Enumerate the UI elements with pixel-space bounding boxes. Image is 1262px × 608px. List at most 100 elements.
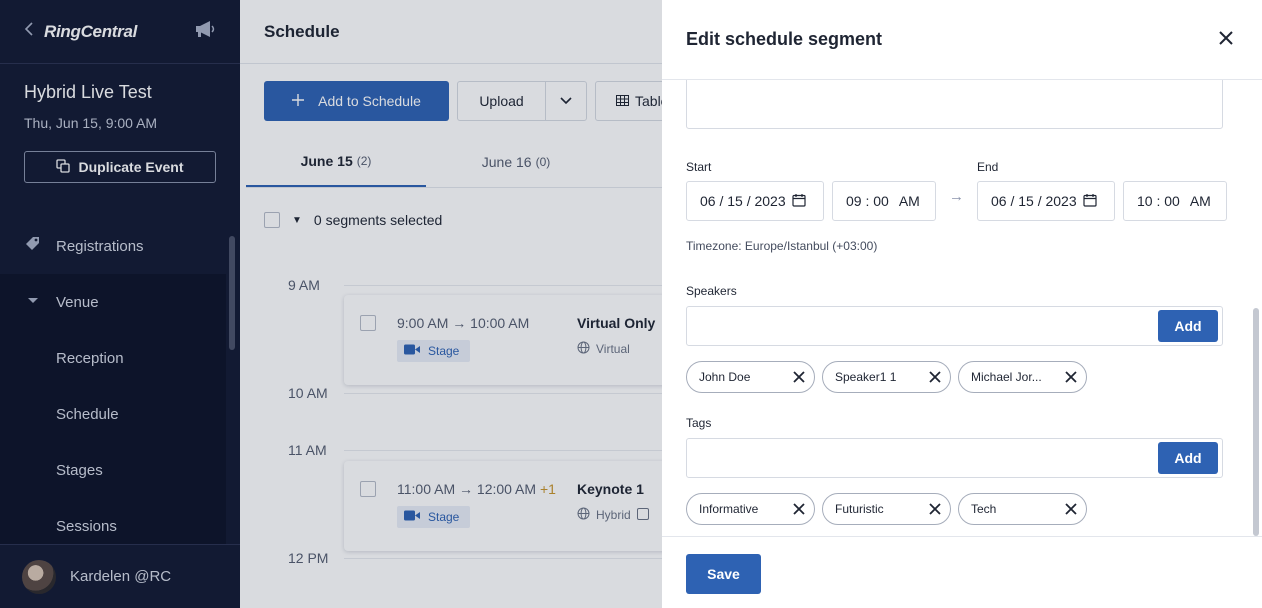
sidebar-item-label: Registrations xyxy=(56,237,144,255)
timezone-text: Timezone: Europe/Istanbul (+03:00) xyxy=(686,239,878,253)
plus-icon xyxy=(292,93,305,109)
end-time-input[interactable]: 10 : 00 AM xyxy=(1123,181,1227,221)
speaker-chip: John Doe xyxy=(686,361,815,393)
add-tag-button[interactable]: Add xyxy=(1158,442,1218,474)
tab-count: (0) xyxy=(535,154,551,169)
add-to-schedule-button[interactable]: Add to Schedule xyxy=(264,81,449,121)
sidebar-header: RingCentral xyxy=(0,0,240,64)
time-label-11am: 11 AM xyxy=(288,442,327,458)
tab-label: June 16 xyxy=(481,153,532,170)
speakers-input[interactable]: Add xyxy=(686,306,1223,346)
sidebar-item-registrations[interactable]: Registrations xyxy=(0,218,226,274)
tags-input[interactable]: Add xyxy=(686,438,1223,478)
stage-label: Stage xyxy=(428,344,460,358)
select-all-checkbox[interactable] xyxy=(264,212,280,228)
segment-card[interactable]: 11:00 AM → 12:00 AM +1 Keynote 1 Stage H… xyxy=(344,461,662,551)
add-speaker-button[interactable]: Add xyxy=(1158,310,1218,342)
sidebar-item-sessions[interactable]: Sessions xyxy=(0,498,226,544)
chip-label: Informative xyxy=(699,502,759,516)
segment-card[interactable]: 9:00 AM → 10:00 AM Virtual Only Stage Vi… xyxy=(344,295,662,385)
segment-checkbox[interactable] xyxy=(360,315,376,331)
page-title: Schedule xyxy=(240,0,662,64)
end-label: End xyxy=(977,160,999,174)
mode-label: Hybrid xyxy=(596,508,631,522)
tab-count: (2) xyxy=(356,153,372,168)
segment-mode: Hybrid xyxy=(577,507,649,523)
segment-start: 11:00 AM xyxy=(397,481,456,497)
sidebar-scrollbar[interactable] xyxy=(229,236,235,350)
remove-icon[interactable] xyxy=(927,501,943,517)
sidebar-item-label: Venue xyxy=(56,293,99,311)
speaker-chip: Speaker1 1 xyxy=(822,361,951,393)
segment-time: 9:00 AM → 10:00 AM xyxy=(397,315,529,331)
schedule-main: Schedule Add to Schedule Upload Table Ju… xyxy=(240,0,662,608)
start-time-value: 09 : 00 xyxy=(846,193,889,209)
remove-icon[interactable] xyxy=(927,369,943,385)
video-camera-icon xyxy=(404,510,420,524)
upload-button[interactable]: Upload xyxy=(458,82,546,120)
calendar-icon[interactable] xyxy=(1083,193,1097,210)
arrow-icon: → xyxy=(452,315,467,331)
tag-chip: Futuristic xyxy=(822,493,951,525)
remove-icon[interactable] xyxy=(791,369,807,385)
start-time-input[interactable]: 09 : 00 AM xyxy=(832,181,936,221)
arrow-icon: → xyxy=(459,481,474,497)
segment-checkbox[interactable] xyxy=(360,481,376,497)
ringcentral-logo[interactable]: RingCentral xyxy=(44,22,137,42)
start-label: Start xyxy=(686,160,712,174)
panel-footer: Save xyxy=(662,536,1262,608)
gridline xyxy=(344,285,662,286)
table-view-button[interactable]: Table xyxy=(595,81,662,121)
panel-title: Edit schedule segment xyxy=(686,29,883,49)
end-date-input[interactable]: 06 / 15 / 2023 xyxy=(977,181,1115,221)
remove-icon[interactable] xyxy=(791,501,807,517)
segment-end: 12:00 AM xyxy=(476,481,537,497)
description-field[interactable] xyxy=(686,80,1223,129)
sidebar-item-stages[interactable]: Stages xyxy=(0,442,226,498)
segment-title: Virtual Only xyxy=(577,315,656,331)
caret-down-icon xyxy=(24,291,42,313)
video-camera-icon xyxy=(404,344,420,358)
chip-label: Michael Jor... xyxy=(971,370,1042,384)
tab-june-15[interactable]: June 15 (2) xyxy=(246,136,426,187)
start-date-input[interactable]: 06 / 15 / 2023 xyxy=(686,181,824,221)
back-chevron-icon[interactable] xyxy=(24,22,40,41)
time-label-9am: 9 AM xyxy=(288,277,320,293)
tag-icon xyxy=(24,235,42,257)
calendar-icon[interactable] xyxy=(792,193,806,210)
sidebar-item-venue[interactable]: Venue xyxy=(0,274,226,330)
gridline xyxy=(344,393,662,394)
save-button[interactable]: Save xyxy=(686,554,761,594)
panel-scrollbar[interactable] xyxy=(1253,308,1259,536)
end-date-value: 06 / 15 / 2023 xyxy=(991,193,1077,209)
tab-label: June 15 xyxy=(300,152,353,169)
sidebar-item-schedule[interactable]: Schedule xyxy=(0,386,226,442)
sidebar-item-reception[interactable]: Reception xyxy=(0,330,226,386)
sidebar: RingCentral Hybrid Live Test Thu, Jun 15… xyxy=(0,0,240,608)
segment-mode: Virtual xyxy=(577,341,630,357)
segment-start: 9:00 AM xyxy=(397,315,449,331)
gridline xyxy=(344,558,662,559)
chevron-down-icon[interactable] xyxy=(546,82,586,120)
gridline xyxy=(344,450,662,451)
chip-label: Tech xyxy=(971,502,997,516)
user-name: Kardelen @RC xyxy=(70,568,172,585)
user-profile[interactable]: Kardelen @RC xyxy=(0,544,240,608)
stage-label: Stage xyxy=(428,510,460,524)
duplicate-event-button[interactable]: Duplicate Event xyxy=(24,151,216,183)
remove-icon[interactable] xyxy=(1063,369,1079,385)
caret-down-icon[interactable]: ▼ xyxy=(292,215,302,226)
end-time-value: 10 : 00 xyxy=(1137,193,1180,209)
chip-label: Futuristic xyxy=(835,502,884,516)
chip-label: John Doe xyxy=(699,370,751,384)
tab-june-16[interactable]: June 16 (0) xyxy=(426,136,606,187)
event-title: Hybrid Live Test xyxy=(24,82,152,102)
megaphone-icon[interactable] xyxy=(194,20,216,43)
segment-time: 11:00 AM → 12:00 AM +1 xyxy=(397,481,556,497)
close-icon[interactable] xyxy=(1214,26,1238,50)
remove-icon[interactable] xyxy=(1063,501,1079,517)
mode-label: Virtual xyxy=(596,342,630,356)
end-ampm: AM xyxy=(1189,193,1211,209)
upload-split-button: Upload xyxy=(457,81,587,121)
globe-icon xyxy=(577,341,590,357)
